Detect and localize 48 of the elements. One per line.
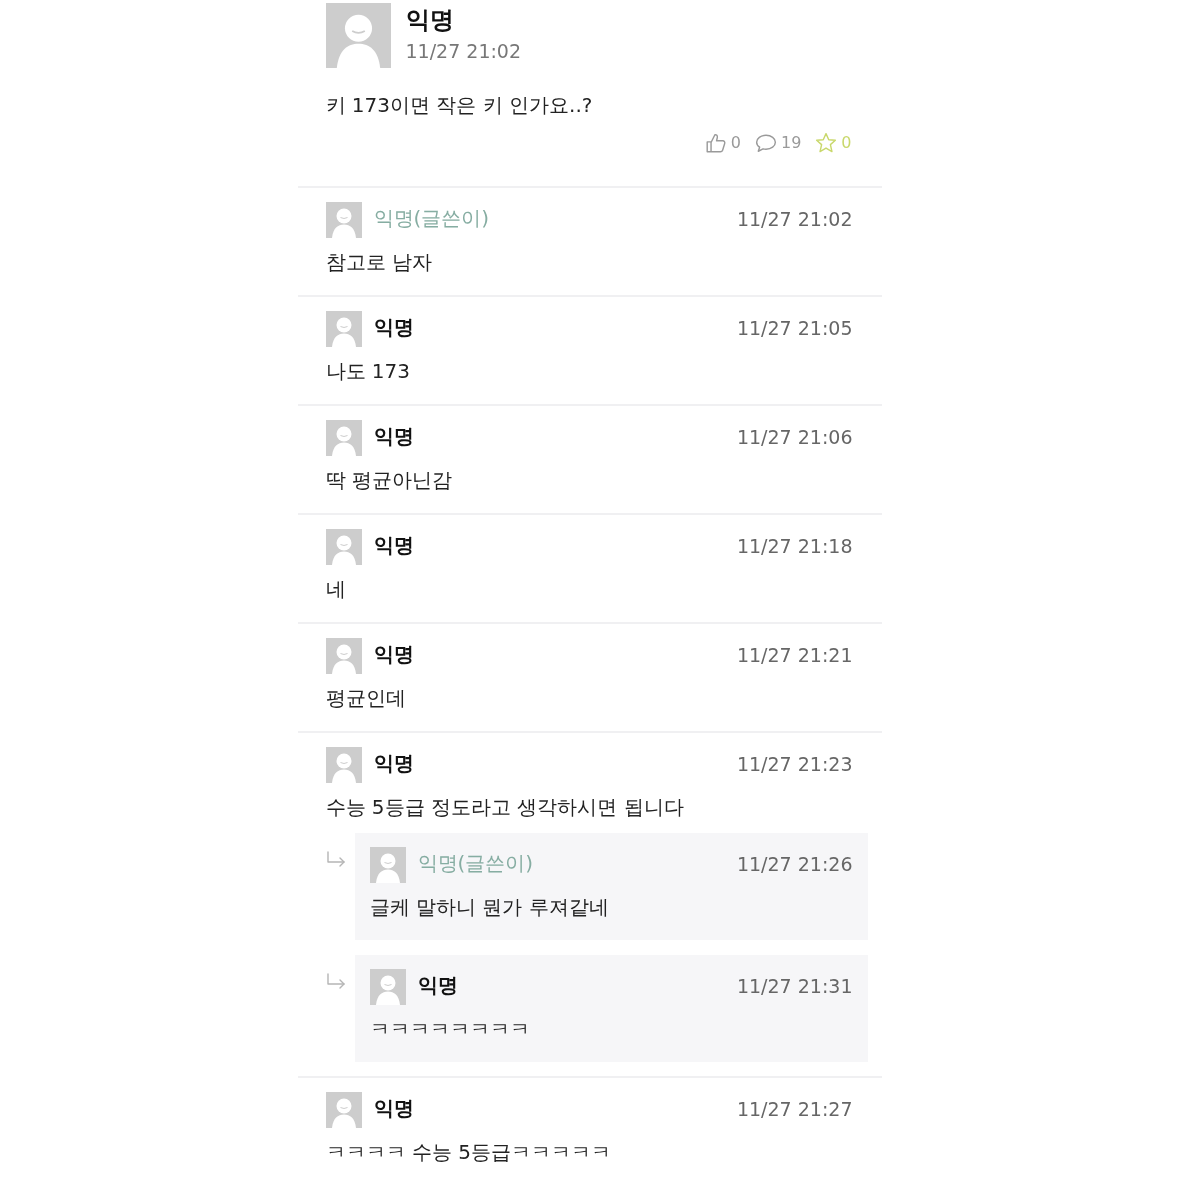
comment-text: 수능 5등급 정도라고 생각하시면 됩니다 bbox=[325, 794, 685, 821]
comment-time: 11/27 21:05 bbox=[736, 316, 853, 341]
avatar-icon bbox=[369, 969, 406, 1005]
reply-arrow-icon bbox=[325, 851, 346, 867]
comment-time: 11/27 21:23 bbox=[736, 752, 853, 777]
avatar-icon bbox=[325, 747, 362, 783]
comment-time: 11/27 21:18 bbox=[736, 534, 853, 559]
comment-text: 딱 평균아닌감 bbox=[325, 467, 453, 494]
comment-count: 19 bbox=[780, 132, 802, 154]
thumbs-up-icon[interactable] bbox=[704, 132, 727, 154]
comment-text: 네 bbox=[325, 576, 347, 603]
comment-text: 평균인데 bbox=[325, 685, 407, 712]
comment-author: 익명 bbox=[373, 423, 414, 450]
comment-author: 익명 bbox=[417, 972, 458, 999]
avatar-icon bbox=[325, 638, 362, 674]
comment-time: 11/27 21:06 bbox=[736, 425, 853, 450]
comment-text: 나도 173 bbox=[325, 358, 412, 385]
comment-time: 11/27 21:21 bbox=[736, 643, 853, 668]
like-count: 0 bbox=[730, 132, 741, 154]
avatar-icon bbox=[369, 847, 406, 883]
comment-time: 11/27 21:02 bbox=[736, 207, 853, 232]
scrap-count: 0 bbox=[841, 132, 852, 154]
comment-time: 11/27 21:31 bbox=[736, 974, 853, 999]
avatar-icon bbox=[325, 311, 362, 347]
comment-text: ㅋㅋㅋㅋㅋㅋㅋㅋ bbox=[369, 1016, 531, 1043]
post-time: 11/27 21:02 bbox=[405, 39, 522, 64]
comment-author: 익명(글쓴이) bbox=[373, 205, 490, 232]
comment-time: 11/27 21:26 bbox=[736, 852, 853, 877]
comment-author: 익명(글쓴이) bbox=[417, 850, 534, 877]
comment-time: 11/27 21:27 bbox=[736, 1097, 853, 1122]
avatar-icon bbox=[325, 1092, 362, 1128]
comment-text: 글케 말하니 뭔가 루져같네 bbox=[369, 894, 610, 921]
avatar-icon bbox=[325, 3, 391, 68]
post-text: 키 173이면 작은 키 인가요..? bbox=[325, 92, 594, 119]
comment-author: 익명 bbox=[373, 1095, 414, 1122]
author-name: 익명 bbox=[405, 5, 455, 36]
avatar-icon bbox=[325, 420, 362, 456]
comment-author: 익명 bbox=[373, 641, 414, 668]
comment-text: ㅋㅋㅋㅋ 수능 5등급ㅋㅋㅋㅋㅋ bbox=[325, 1139, 612, 1166]
comment-text: 참고로 남자 bbox=[325, 249, 433, 276]
avatar-icon bbox=[325, 529, 362, 565]
reply-arrow-icon bbox=[325, 973, 346, 989]
comment-author: 익명 bbox=[373, 532, 414, 559]
star-icon[interactable] bbox=[815, 132, 838, 154]
comment-author: 익명 bbox=[373, 314, 414, 341]
avatar-icon bbox=[325, 202, 362, 238]
speech-bubble-icon[interactable] bbox=[754, 132, 777, 154]
comment-author: 익명 bbox=[373, 750, 414, 777]
